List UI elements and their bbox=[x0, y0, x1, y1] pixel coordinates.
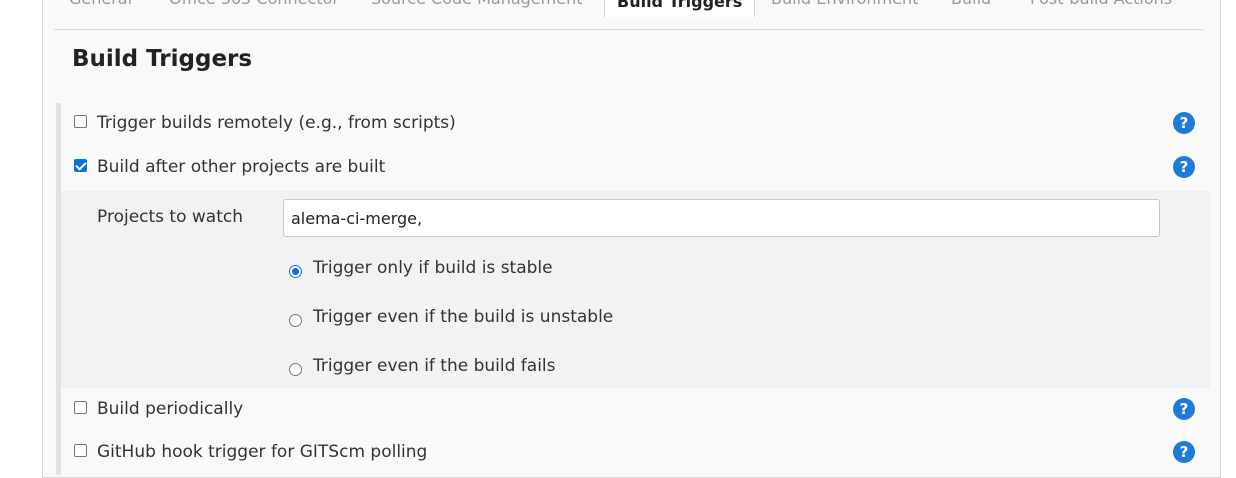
tab-office-365-connector[interactable]: Office 365 Connector bbox=[169, 0, 339, 14]
tab-post-build-actions[interactable]: Post-build Actions bbox=[1030, 0, 1172, 14]
github-hook-trigger-checkbox[interactable] bbox=[74, 444, 87, 457]
trigger-remote-checkbox[interactable] bbox=[74, 115, 87, 128]
tab-build-triggers[interactable]: Build Triggers bbox=[604, 0, 756, 17]
tab-build-environment[interactable]: Build Environment bbox=[771, 0, 918, 14]
github-hook-trigger-help-icon[interactable]: ? bbox=[1173, 441, 1195, 463]
projects-to-watch-label: Projects to watch bbox=[97, 207, 244, 227]
tab-build[interactable]: Build bbox=[951, 0, 991, 14]
trigger-remote-label[interactable]: Trigger builds remotely (e.g., from scri… bbox=[97, 113, 456, 133]
build-after-other-projects-help-icon[interactable]: ? bbox=[1173, 156, 1195, 178]
trigger-stable-label[interactable]: Trigger only if build is stable bbox=[313, 258, 553, 278]
trigger-stable-radio[interactable] bbox=[289, 265, 302, 278]
build-periodically-label[interactable]: Build periodically bbox=[97, 399, 243, 419]
trigger-fails-label[interactable]: Trigger even if the build fails bbox=[313, 356, 556, 376]
tab-source-code-management[interactable]: Source Code Management bbox=[371, 0, 582, 14]
build-periodically-checkbox[interactable] bbox=[74, 401, 87, 414]
trigger-fails-radio[interactable] bbox=[289, 363, 302, 376]
build-after-other-projects-label[interactable]: Build after other projects are built bbox=[97, 157, 385, 177]
build-periodically-help-icon[interactable]: ? bbox=[1173, 398, 1195, 420]
trigger-unstable-label[interactable]: Trigger even if the build is unstable bbox=[313, 307, 613, 327]
trigger-unstable-radio[interactable] bbox=[289, 314, 302, 327]
github-hook-trigger-label[interactable]: GitHub hook trigger for GITScm polling bbox=[97, 442, 427, 462]
tab-general[interactable]: General bbox=[69, 0, 132, 14]
trigger-remote-help-icon[interactable]: ? bbox=[1173, 112, 1195, 134]
build-after-other-projects-checkbox[interactable] bbox=[74, 159, 87, 172]
section-title: Build Triggers bbox=[72, 46, 253, 72]
projects-to-watch-input[interactable] bbox=[283, 199, 1160, 237]
